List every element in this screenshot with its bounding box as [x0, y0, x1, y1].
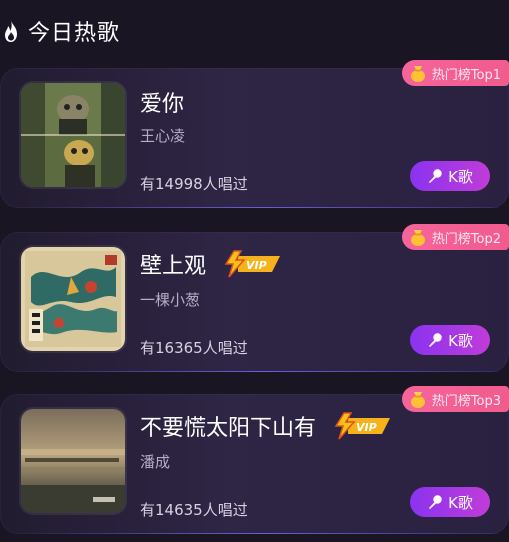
vip-badge-icon: VIP: [224, 250, 281, 278]
song-card[interactable]: 壁上观 VIP 一棵小葱 有16365人唱过 热门榜Top2 K歌: [0, 224, 509, 372]
sing-count: 有14635人唱过: [140, 501, 248, 519]
k-song-button[interactable]: K歌: [410, 161, 490, 191]
artist-name: 王心凌: [140, 127, 186, 145]
sing-count: 有14998人唱过: [140, 175, 248, 193]
section-title: 今日热歌: [28, 21, 121, 46]
rank-badge: 热门榜Top3: [401, 386, 509, 412]
sunset-landscape-cover[interactable]: [21, 409, 125, 513]
rank-badge: 热门榜Top1: [401, 60, 509, 86]
vip-label: VIP: [246, 259, 267, 272]
painting-cover[interactable]: [21, 247, 125, 351]
lucky-bag-icon: [410, 230, 425, 246]
vip-badge-icon: VIP: [334, 412, 391, 440]
k-song-button[interactable]: K歌: [410, 325, 490, 355]
fire-icon: [5, 20, 17, 42]
rank-label: 热门榜Top3: [431, 393, 501, 409]
k-song-label: K歌: [448, 331, 473, 350]
song-title: 爱你: [140, 92, 185, 117]
rank-badge: 热门榜Top2: [401, 224, 509, 250]
rank-label: 热门榜Top1: [431, 67, 501, 83]
lucky-bag-icon: [410, 66, 425, 82]
sing-count: 有16365人唱过: [140, 339, 248, 357]
hot-songs-page: 今日热歌 爱你 王心凌 有14998人唱过 热门榜Top1 K歌 壁上观 VIP…: [0, 0, 509, 542]
k-song-button[interactable]: K歌: [410, 487, 490, 517]
title-row: 不要慌太阳下山有 VIP: [140, 410, 392, 442]
title-row: 壁上观 VIP: [140, 248, 282, 280]
section-header: 今日热歌: [0, 14, 120, 48]
lucky-bag-icon: [410, 392, 425, 408]
song-title: 壁上观: [140, 254, 207, 279]
vip-label: VIP: [356, 421, 377, 434]
microphone-icon: [429, 169, 442, 183]
song-card[interactable]: 爱你 王心凌 有14998人唱过 热门榜Top1 K歌: [0, 60, 509, 208]
microphone-icon: [429, 333, 442, 347]
k-song-label: K歌: [448, 167, 473, 186]
microphone-icon: [429, 495, 442, 509]
song-card[interactable]: 不要慌太阳下山有 VIP 潘成 有14635人唱过 热门榜Top3 K歌: [0, 386, 509, 534]
artist-name: 一棵小葱: [140, 291, 201, 309]
song-title: 不要慌太阳下山有: [140, 416, 317, 441]
k-song-label: K歌: [448, 493, 473, 512]
artist-name: 潘成: [140, 453, 171, 471]
rank-label: 热门榜Top2: [431, 231, 501, 247]
cartoon-character-cover[interactable]: [21, 83, 125, 187]
